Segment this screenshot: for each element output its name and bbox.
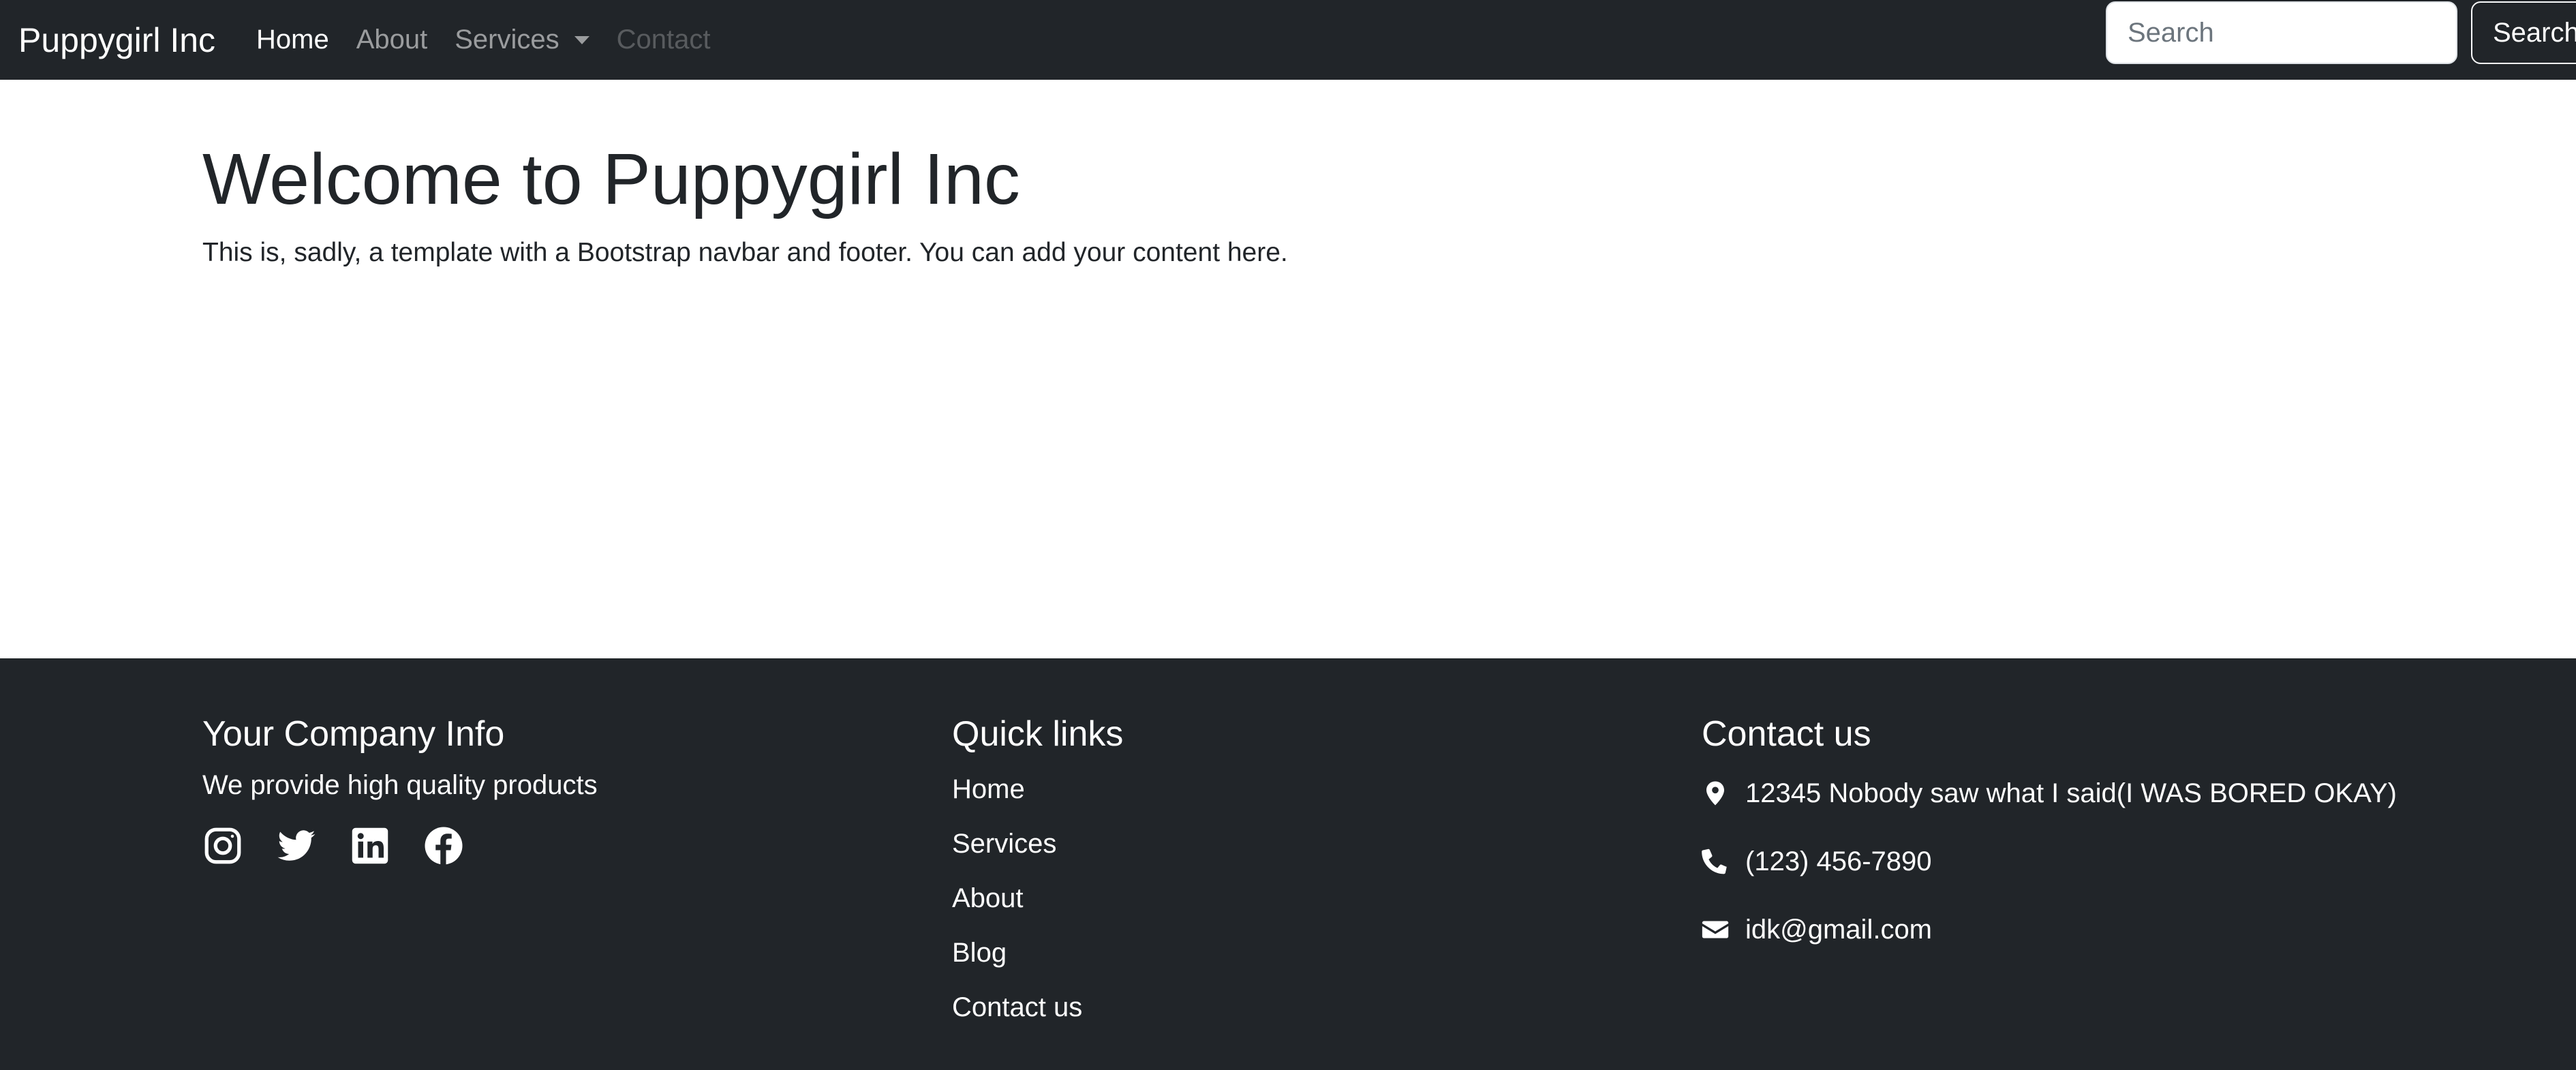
search-input[interactable]: [2106, 1, 2457, 64]
footer-link-services[interactable]: Services: [952, 829, 1056, 859]
email-text: idk@gmail.com: [1745, 914, 1933, 945]
contact-phone: (123) 456-7890: [1702, 827, 2397, 896]
list-item: Blog: [952, 926, 1123, 980]
contact-heading: Contact us: [1702, 714, 1871, 754]
nav-dropdown-services[interactable]: Services: [455, 25, 589, 55]
facebook-icon[interactable]: [423, 825, 464, 866]
footer-quick-links: Quick links Home Services About Blog Con…: [952, 713, 1123, 1035]
site-footer: Your Company Info We provide high qualit…: [0, 658, 2576, 1070]
list-item: Contact us: [952, 980, 1123, 1035]
contact-email: idk@gmail.com: [1702, 896, 2397, 964]
list-item: About: [952, 871, 1123, 926]
company-tagline: We provide high quality products: [202, 770, 598, 801]
twitter-icon[interactable]: [276, 825, 317, 866]
list-item: Services: [952, 816, 1123, 871]
instagram-icon[interactable]: [202, 825, 243, 866]
nav-links: Home About Services Contact: [256, 0, 710, 80]
footer-contact: Contact us 12345 Nobody saw what I said(…: [1702, 713, 2397, 964]
list-item: Home: [952, 762, 1123, 816]
nav-dropdown-services-label: Services: [455, 25, 559, 55]
address-text: 12345 Nobody saw what I said(I WAS BORED…: [1745, 778, 2397, 808]
intro-text: This is, sadly, a template with a Bootst…: [202, 238, 1288, 268]
contact-list: 12345 Nobody saw what I said(I WAS BORED…: [1702, 759, 2397, 964]
caret-down-icon: [574, 35, 589, 44]
navbar-brand[interactable]: Puppygirl Inc: [18, 0, 215, 80]
footer-link-contact-us[interactable]: Contact us: [952, 992, 1082, 1023]
top-navbar: Puppygirl Inc Home About Services Contac…: [0, 0, 2576, 80]
nav-link-about[interactable]: About: [356, 25, 428, 55]
phone-icon: [1702, 849, 1727, 874]
footer-link-about[interactable]: About: [952, 883, 1024, 914]
map-marker-icon: [1706, 781, 1724, 806]
linkedin-icon[interactable]: [350, 825, 390, 866]
search-button[interactable]: Search: [2471, 1, 2576, 64]
contact-address: 12345 Nobody saw what I said(I WAS BORED…: [1702, 759, 2397, 827]
nav-link-home[interactable]: Home: [256, 25, 329, 55]
quick-links-list: Home Services About Blog Contact us: [952, 762, 1123, 1035]
social-links: [202, 825, 598, 866]
envelope-icon: [1702, 921, 1729, 938]
footer-link-home[interactable]: Home: [952, 774, 1025, 805]
company-info-heading: Your Company Info: [202, 714, 505, 754]
nav-link-contact: Contact: [616, 25, 711, 55]
main-content: Welcome to Puppygirl Inc This is, sadly,…: [202, 136, 1288, 268]
phone-text: (123) 456-7890: [1745, 846, 1932, 876]
footer-company-info: Your Company Info We provide high qualit…: [202, 713, 598, 866]
footer-link-blog[interactable]: Blog: [952, 938, 1007, 968]
quick-links-heading: Quick links: [952, 714, 1124, 754]
page-title: Welcome to Puppygirl Inc: [202, 139, 1020, 219]
